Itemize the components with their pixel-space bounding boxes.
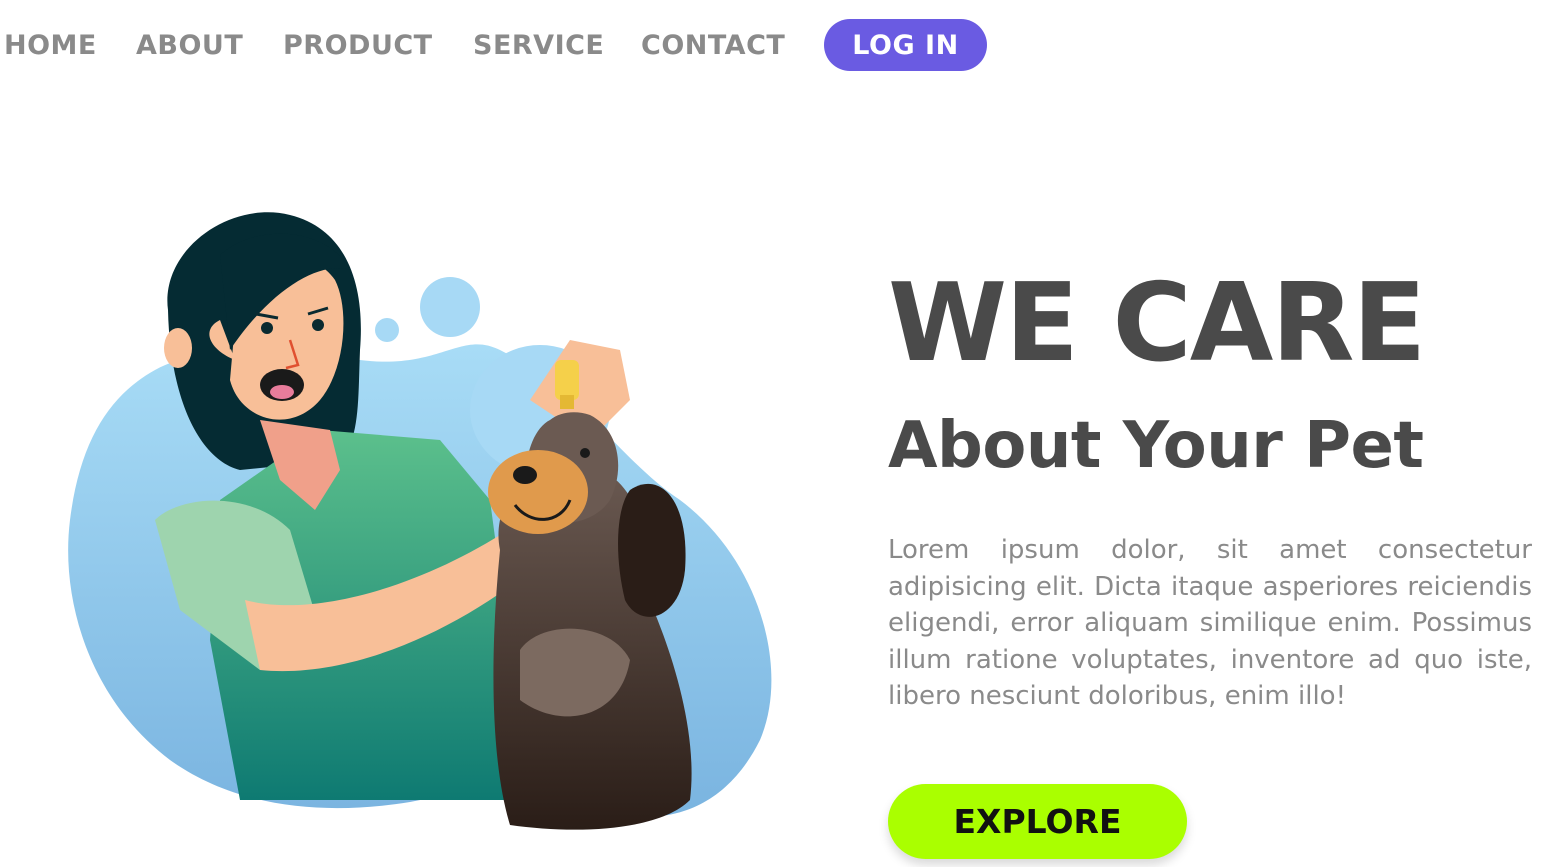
hero-illustration [60,200,780,840]
nav-about-link[interactable]: ABOUT [136,30,243,61]
nav-contact-link[interactable]: CONTACT [641,30,785,61]
nav-service-link[interactable]: SERVICE [473,30,604,61]
login-button[interactable]: LOG IN [824,19,987,71]
nav-product-link[interactable]: PRODUCT [283,30,433,61]
hero-title: WE CARE [888,261,1426,386]
bubble-small [375,318,399,342]
bubble-large [420,277,480,337]
explore-button[interactable]: EXPLORE [888,784,1187,859]
hero-paragraph: Lorem ipsum dolor, sit amet consectetur … [888,535,1532,711]
nav-home-link[interactable]: HOME [4,30,97,61]
hero-subtitle: About Your Pet [888,409,1424,483]
pet-care-illustration [68,212,772,830]
hero-section: WE CARE About Your Pet Lorem ipsum dolor… [888,268,1532,715]
